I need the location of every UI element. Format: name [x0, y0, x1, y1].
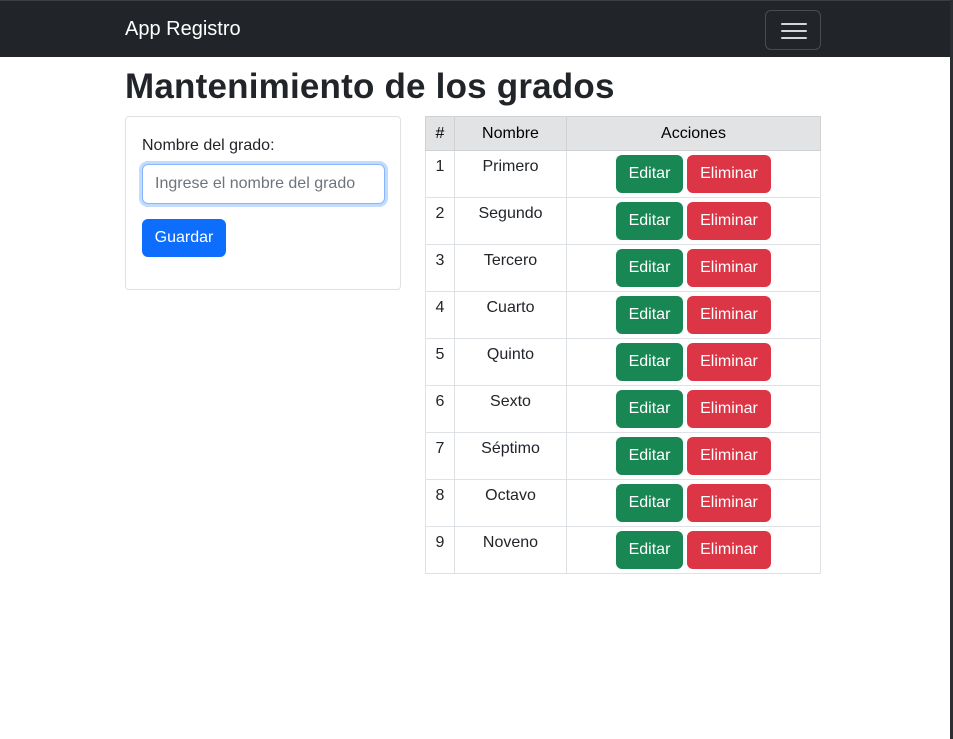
delete-button[interactable]: Eliminar — [687, 296, 771, 334]
hamburger-icon-bar — [781, 30, 807, 32]
grade-id-cell: 7 — [425, 432, 455, 480]
grade-name-cell: Tercero — [454, 244, 567, 292]
actions-cell: Editar Eliminar — [566, 479, 821, 527]
delete-button[interactable]: Eliminar — [687, 484, 771, 522]
grade-id-cell: 6 — [425, 385, 455, 433]
table-row: 7 Séptimo Editar Eliminar — [425, 432, 821, 480]
table-row: 8 Octavo Editar Eliminar — [425, 479, 821, 527]
grade-id-cell: 8 — [425, 479, 455, 527]
edit-button[interactable]: Editar — [616, 155, 683, 193]
edit-button[interactable]: Editar — [616, 296, 683, 334]
table-row: 2 Segundo Editar Eliminar — [425, 197, 821, 245]
delete-button[interactable]: Eliminar — [687, 531, 771, 569]
navbar-toggler-button[interactable] — [765, 10, 821, 50]
table-row: 6 Sexto Editar Eliminar — [425, 385, 821, 433]
page-title: Mantenimiento de los grados — [125, 67, 615, 106]
actions-cell: Editar Eliminar — [566, 197, 821, 245]
hamburger-icon-bar — [781, 37, 807, 39]
delete-button[interactable]: Eliminar — [687, 343, 771, 381]
delete-button[interactable]: Eliminar — [687, 437, 771, 475]
grade-id-cell: 4 — [425, 291, 455, 339]
table-row: 3 Tercero Editar Eliminar — [425, 244, 821, 292]
grade-name-cell: Primero — [454, 150, 567, 198]
actions-cell: Editar Eliminar — [566, 432, 821, 480]
delete-button[interactable]: Eliminar — [687, 249, 771, 287]
grade-id-cell: 5 — [425, 338, 455, 386]
grade-name-cell: Segundo — [454, 197, 567, 245]
actions-cell: Editar Eliminar — [566, 338, 821, 386]
table-row: 9 Noveno Editar Eliminar — [425, 526, 821, 574]
grade-form-card: Nombre del grado: Guardar — [125, 116, 401, 290]
hamburger-icon — [781, 23, 807, 25]
edit-button[interactable]: Editar — [616, 249, 683, 287]
navbar: App Registro — [0, 0, 950, 57]
grade-name-label: Nombre del grado: — [142, 137, 275, 154]
grade-name-cell: Sexto — [454, 385, 567, 433]
delete-button[interactable]: Eliminar — [687, 390, 771, 428]
navbar-brand[interactable]: App Registro — [125, 17, 241, 41]
table-row: 5 Quinto Editar Eliminar — [425, 338, 821, 386]
table-body: 1 Primero Editar Eliminar 2 Segundo Editar Elim… — [425, 150, 821, 574]
edit-button[interactable]: Editar — [616, 202, 683, 240]
grade-name-cell: Octavo — [454, 479, 567, 527]
column-header-number: # — [425, 116, 455, 151]
table-row: 1 Primero Editar Eliminar — [425, 150, 821, 198]
table-header-row: # Nombre Acciones — [425, 116, 821, 151]
grade-id-cell: 3 — [425, 244, 455, 292]
edit-button[interactable]: Editar — [616, 343, 683, 381]
actions-cell: Editar Eliminar — [566, 291, 821, 339]
grade-name-cell: Quinto — [454, 338, 567, 386]
delete-button[interactable]: Eliminar — [687, 155, 771, 193]
actions-cell: Editar Eliminar — [566, 385, 821, 433]
delete-button[interactable]: Eliminar — [687, 202, 771, 240]
grade-id-cell: 1 — [425, 150, 455, 198]
column-header-name: Nombre — [454, 116, 567, 151]
actions-cell: Editar Eliminar — [566, 150, 821, 198]
edit-button[interactable]: Editar — [616, 437, 683, 475]
column-header-actions: Acciones — [566, 116, 821, 151]
actions-cell: Editar Eliminar — [566, 244, 821, 292]
grade-name-cell: Séptimo — [454, 432, 567, 480]
grade-name-input[interactable] — [142, 164, 385, 204]
grade-id-cell: 2 — [425, 197, 455, 245]
save-button[interactable]: Guardar — [142, 219, 226, 257]
grade-name-cell: Noveno — [454, 526, 567, 574]
grade-name-cell: Cuarto — [454, 291, 567, 339]
edit-button[interactable]: Editar — [616, 484, 683, 522]
grades-table: # Nombre Acciones 1 Primero Editar Eliminar… — [425, 116, 821, 574]
actions-cell: Editar Eliminar — [566, 526, 821, 574]
edit-button[interactable]: Editar — [616, 531, 683, 569]
edit-button[interactable]: Editar — [616, 390, 683, 428]
grade-id-cell: 9 — [425, 526, 455, 574]
table-row: 4 Cuarto Editar Eliminar — [425, 291, 821, 339]
